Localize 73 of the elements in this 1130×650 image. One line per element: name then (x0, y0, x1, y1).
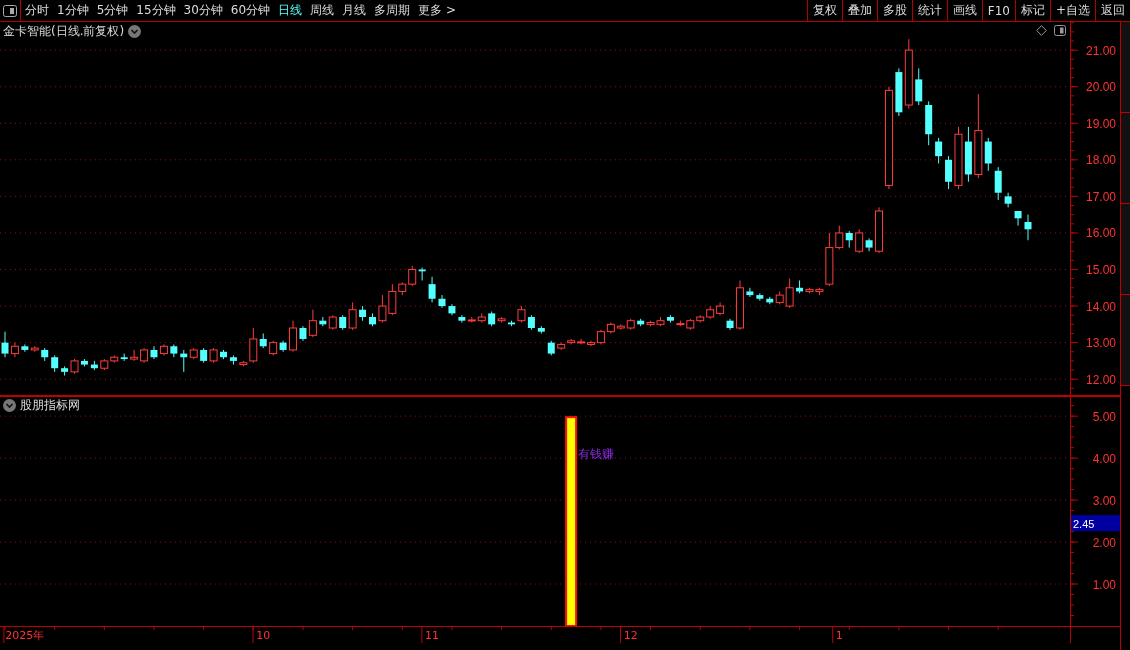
axis-label: 2025年 (5, 629, 45, 642)
candlestick (269, 340, 278, 356)
axis-label: 1 (835, 629, 843, 642)
axis-label: 10 (256, 629, 271, 642)
period-tab[interactable]: 1分钟 (53, 2, 93, 19)
candlestick (100, 358, 109, 371)
diamond-icon[interactable] (1036, 25, 1047, 36)
axis-label: 19.00 (1085, 116, 1116, 131)
candlestick (875, 206, 883, 254)
candlestick (1014, 210, 1022, 227)
chart-title: 金卡智能(日线.前复权) (3, 23, 125, 40)
axis-label: 14.00 (1085, 299, 1116, 314)
cursor-value-label: 2.45 (1071, 515, 1120, 532)
candlestick (209, 347, 218, 364)
period-tab[interactable]: 60分钟 (226, 2, 275, 19)
axis-label: 1.00 (1092, 577, 1116, 592)
candlestick (537, 325, 545, 334)
candlestick (557, 342, 566, 351)
panel-toggle-icon[interactable] (1054, 25, 1066, 36)
candlestick (448, 303, 456, 316)
more-menu[interactable]: 更多 > (414, 2, 460, 19)
candlestick (51, 354, 59, 373)
axis-label: 2.00 (1092, 535, 1116, 550)
axis-label: 5.00 (1092, 409, 1116, 424)
candlestick (438, 294, 446, 309)
candlestick (935, 137, 943, 164)
candlestick (229, 354, 237, 366)
axis-label: 21.00 (1085, 43, 1116, 58)
period-tab[interactable]: 日线 (274, 2, 307, 19)
axis-label: 13.00 (1085, 336, 1116, 351)
period-tab[interactable]: 多周期 (370, 2, 415, 19)
period-tab[interactable]: 月线 (338, 2, 371, 19)
axis-label: 11 (425, 629, 440, 642)
axis-label: 20.00 (1085, 80, 1116, 95)
signal-label: 有钱赚 (578, 447, 615, 462)
candlestick (140, 347, 149, 364)
candlestick (756, 292, 764, 302)
candlestick (359, 305, 367, 322)
candlestick (110, 354, 119, 364)
candlestick (428, 276, 436, 303)
candlestick (90, 360, 98, 371)
dropdown-icon[interactable] (128, 25, 142, 38)
period-tab[interactable]: 周线 (306, 2, 339, 19)
candlestick (378, 294, 387, 323)
panel-toggle-icon[interactable] (3, 4, 17, 17)
axis-label: 12.00 (1085, 372, 1116, 387)
axis-label: 4.00 (1092, 451, 1116, 466)
candlestick (925, 100, 933, 146)
indicator-title: 股朋指标网 (20, 397, 80, 414)
candlestick (746, 287, 754, 298)
period-tab[interactable]: 分时 (21, 2, 53, 19)
axis-label: 18.00 (1085, 153, 1116, 168)
candlestick (915, 67, 923, 106)
candlestick (1004, 192, 1012, 208)
axis-label: 17.00 (1085, 189, 1116, 204)
candlestick (220, 349, 227, 360)
candlestick (1024, 214, 1032, 241)
candlestick (41, 347, 49, 362)
candlestick (369, 312, 376, 327)
axis-label: 16.00 (1085, 226, 1116, 241)
axis-label: 12 (623, 629, 638, 642)
period-tab[interactable]: 30分钟 (179, 2, 227, 19)
axis-label: 3.00 (1092, 493, 1116, 508)
candlestick (170, 343, 178, 358)
period-tab[interactable]: 5分钟 (92, 2, 133, 19)
candlestick (159, 343, 168, 356)
candlestick (130, 349, 139, 362)
candlestick (994, 166, 1002, 201)
dropdown-icon[interactable] (3, 399, 16, 412)
candlestick (716, 301, 725, 316)
candlestick (547, 340, 555, 356)
period-tab[interactable]: 15分钟 (132, 2, 180, 19)
axis-label: 15.00 (1085, 263, 1116, 277)
